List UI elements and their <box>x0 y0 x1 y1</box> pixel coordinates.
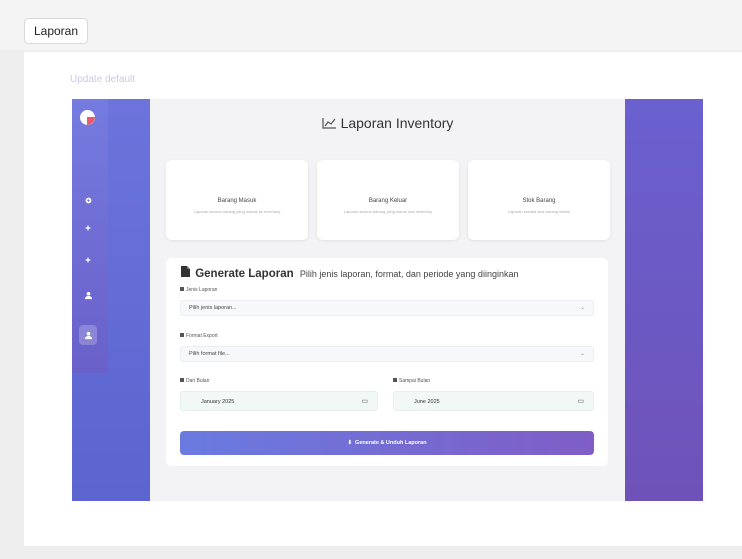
file-export-icon <box>181 266 190 277</box>
breadcrumb[interactable]: Update default <box>70 74 135 85</box>
card-desc: Laporan semua barang yang masuk ke inven… <box>193 209 281 214</box>
format-label: Format Export <box>180 333 218 339</box>
tab-laporan[interactable]: Laporan <box>24 18 88 44</box>
generate-button-label: Generate & Unduh Laporan <box>355 440 427 446</box>
card-desc: Laporan kondisi stok barang terkini <box>507 209 571 214</box>
list-icon <box>180 287 184 291</box>
user-icon[interactable] <box>82 329 94 341</box>
jenis-label: Jenis Laporan <box>180 287 217 293</box>
file-icon <box>180 333 184 337</box>
chevron-down-icon: ⌄ <box>579 351 585 357</box>
jenis-select-value: Pilih jenis laporan... <box>189 305 237 311</box>
settings-icon[interactable] <box>82 194 94 206</box>
calendar-icon[interactable]: ▭ <box>577 397 584 405</box>
card-title: Stok Barang <box>522 198 556 204</box>
dari-month-input[interactable]: January 2025 ▭ <box>180 391 378 411</box>
sampai-label: Sampai Bulan <box>393 378 430 384</box>
calendar-icon[interactable]: ▭ <box>361 397 368 405</box>
card-title: Barang Masuk <box>217 198 257 204</box>
card-barang-keluar[interactable]: Barang Keluar Laporan semua barang yang … <box>317 160 459 240</box>
format-select-value: Pilih format file... <box>189 351 230 357</box>
card-title: Barang Keluar <box>368 198 408 204</box>
users-icon[interactable] <box>82 289 94 301</box>
generate-heading: Generate Laporan Pilih jenis laporan, fo… <box>180 265 518 280</box>
dari-label: Dari Bulan <box>180 378 209 384</box>
format-select[interactable]: Pilih format file... ⌄ <box>180 346 594 362</box>
card-desc: Laporan semua barang yang keluar dari in… <box>343 209 433 214</box>
tab-strip <box>0 0 742 50</box>
plus-icon[interactable] <box>82 222 94 234</box>
plus-icon[interactable] <box>82 254 94 266</box>
jenis-select[interactable]: Pilih jenis laporan... ⌄ <box>180 300 594 316</box>
calendar-icon <box>393 378 397 382</box>
dari-month-value: January 2025 <box>201 399 235 405</box>
page-title: Laporan Inventory <box>150 115 625 131</box>
generate-download-button[interactable]: ⬇ Generate & Unduh Laporan <box>180 431 594 455</box>
right-gradient-panel <box>625 99 703 501</box>
download-icon: ⬇ <box>347 440 353 446</box>
card-stok-barang[interactable]: Stok Barang Laporan kondisi stok barang … <box>468 160 610 240</box>
sampai-month-input[interactable]: June 2025 ▭ <box>393 391 594 411</box>
page-title-text: Laporan Inventory <box>340 115 454 131</box>
card-barang-masuk[interactable]: Barang Masuk Laporan semua barang yang m… <box>166 160 308 240</box>
generate-subtitle: Pilih jenis laporan, format, dan periode… <box>299 269 519 279</box>
calendar-icon <box>180 378 184 382</box>
generate-title: Generate Laporan <box>195 268 294 280</box>
avatar[interactable] <box>80 110 95 125</box>
sampai-month-value: June 2025 <box>414 399 440 405</box>
chevron-down-icon: ⌄ <box>579 305 585 311</box>
chart-icon <box>321 118 336 129</box>
